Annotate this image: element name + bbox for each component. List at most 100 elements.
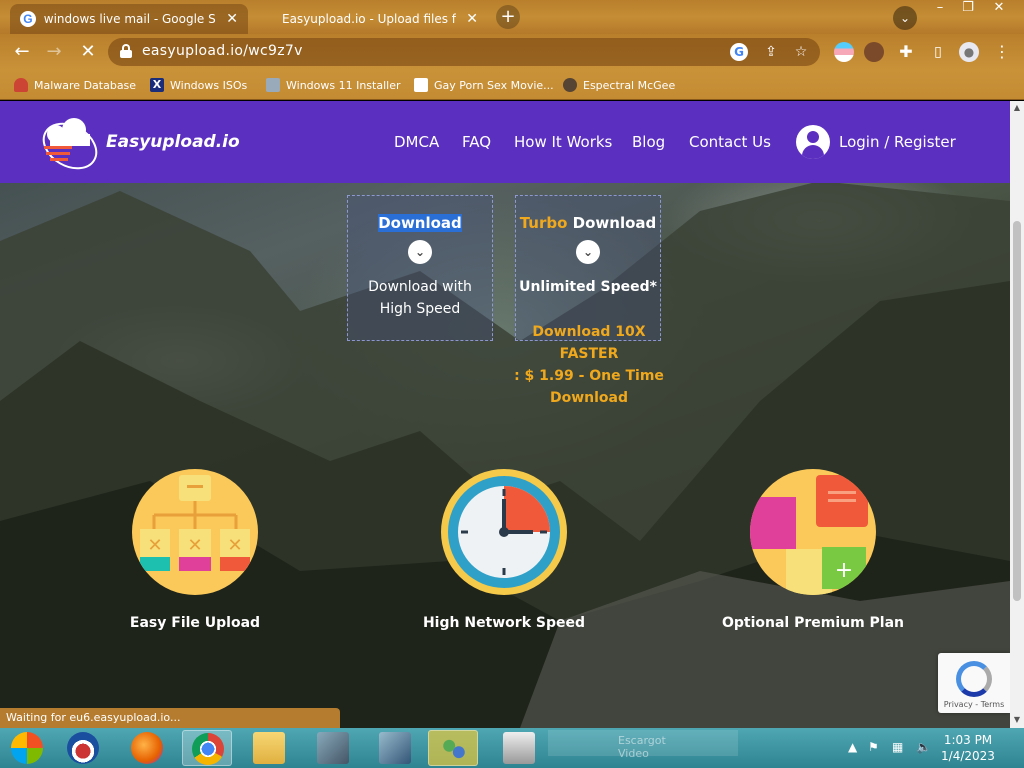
scroll-up-icon[interactable]: ▲ (1012, 103, 1022, 113)
nav-faq[interactable]: FAQ (462, 133, 491, 151)
brand-name[interactable]: Easyupload.io (106, 132, 240, 152)
site-icon (414, 78, 428, 92)
download-button[interactable]: Download ⌄ Download with High Speed (347, 195, 493, 341)
page-scrollbar[interactable]: ▲ ▼ (1010, 101, 1024, 728)
download-desc-2: High Speed (379, 301, 461, 317)
browser-toolbar: ← → ✕ easyupload.io/wc9z7v G ⇪ ☆ ✚ ▯ ● ⋮ (0, 34, 1024, 70)
nav-blog[interactable]: Blog (632, 133, 665, 151)
clock-icon (441, 469, 567, 595)
back-arrow-icon[interactable]: ← (10, 40, 34, 64)
recaptcha-icon (956, 661, 992, 697)
forward-arrow-icon[interactable]: → (42, 40, 66, 64)
firefox-icon (131, 732, 163, 764)
easyupload-logo-icon[interactable] (40, 116, 110, 170)
close-window-button[interactable]: ✕ (984, 0, 1014, 20)
login-label: Login / Register (839, 133, 956, 151)
tab-title: Easyupload.io - Upload files for fr (282, 12, 457, 26)
computer-globe-icon (379, 732, 411, 764)
download-desc-1: Download with (368, 279, 472, 295)
scroll-down-icon[interactable]: ▼ (1012, 715, 1022, 725)
bookmark-malware-database[interactable]: Malware Database (14, 76, 136, 94)
feature-label: High Network Speed (422, 615, 586, 631)
extension-avatar-icon[interactable] (864, 42, 884, 62)
share-icon[interactable]: ⇪ (762, 43, 780, 61)
chevron-down-icon: ⌄ (576, 240, 600, 264)
bookmark-label: Windows 11 Installer (286, 78, 401, 92)
google-icon: G (20, 11, 36, 27)
bookmark-label: Malware Database (34, 78, 137, 92)
extensions-puzzle-icon[interactable]: ✚ (896, 42, 916, 62)
taskbar-network-app[interactable] (308, 730, 358, 766)
bookmark-espectral-mcgee[interactable]: Espectral McGee (563, 76, 675, 94)
recaptcha-badge[interactable]: Privacy - Terms (938, 653, 1010, 713)
bookmark-windows-isos[interactable]: X Windows ISOs (150, 76, 247, 94)
taskbar-network-app-2[interactable] (370, 730, 420, 766)
taskbar-app[interactable] (494, 730, 544, 766)
system-clock[interactable]: 1:03 PM 1/4/2023 (928, 732, 1008, 764)
tab-search-chevron-icon[interactable]: ⌄ (893, 6, 917, 30)
menu-dots-icon[interactable]: ⋮ (992, 42, 1012, 62)
loading-status: Waiting for eu6.easyupload.io... (0, 708, 340, 728)
restore-button[interactable]: ❐ (953, 0, 983, 20)
clock-date: 1/4/2023 (941, 749, 995, 763)
taskbar-firefox[interactable] (122, 730, 172, 766)
extension-flag-icon[interactable] (834, 42, 854, 62)
tab-google-search[interactable]: G windows live mail - Google Search ✕ (10, 4, 248, 34)
bookmark-star-icon[interactable]: ☆ (792, 43, 810, 61)
network-icon[interactable]: ▦ (892, 740, 903, 754)
mountain-background (0, 181, 1010, 728)
nav-how-it-works[interactable]: How It Works (514, 133, 612, 151)
close-tab-icon[interactable]: ✕ (226, 11, 238, 27)
bookmark-site[interactable]: Gay Porn Sex Movie... (414, 76, 554, 94)
download-title: Download (378, 214, 462, 232)
close-tab-icon[interactable]: ✕ (466, 11, 478, 27)
taskbar-chrome[interactable] (182, 730, 232, 766)
users-icon (438, 733, 470, 765)
login-register-link[interactable]: Login / Register (796, 125, 956, 159)
feature-optional-premium-plan: + Optional Premium Plan (713, 469, 913, 631)
side-panel-icon[interactable]: ▯ (928, 42, 948, 62)
bookmark-label: Gay Porn Sex Movie... (434, 78, 554, 92)
bookmarks-bar: Malware Database X Windows ISOs Windows … (0, 70, 1024, 100)
feature-high-network-speed: High Network Speed (404, 469, 604, 631)
bookmark-label: Windows ISOs (170, 78, 248, 92)
new-tab-button[interactable]: + (496, 5, 520, 29)
taskbar-preview: Escargot Video (548, 730, 738, 760)
taskbar-obama[interactable] (58, 730, 108, 766)
feature-label: Easy File Upload (129, 615, 261, 631)
url-text[interactable]: easyupload.io/wc9z7v (142, 43, 303, 59)
promo-line: Download 10X FASTER (532, 324, 646, 362)
svg-text:✕: ✕ (147, 535, 162, 556)
minimize-button[interactable]: – (925, 0, 955, 20)
bookmark-windows-11-installer[interactable]: Windows 11 Installer (266, 76, 401, 94)
nav-contact-us[interactable]: Contact Us (689, 133, 771, 151)
windows-taskbar: Escargot Video ▲ ⚑ ▦ 🔈 1:03 PM 1/4/2023 (0, 728, 1024, 768)
stop-loading-icon[interactable]: ✕ (76, 40, 100, 64)
user-avatar-icon (796, 125, 830, 159)
tab-easyupload[interactable]: Easyupload.io - Upload files for fr ✕ (260, 4, 488, 34)
start-button[interactable] (2, 730, 52, 766)
x-logo-icon: X (150, 78, 164, 92)
window-app-icon (503, 732, 535, 764)
action-center-flag-icon[interactable]: ⚑ (868, 740, 879, 754)
chevron-down-icon: ⌄ (408, 240, 432, 264)
clock-time: 1:03 PM (943, 733, 993, 747)
turbo-title: Download (572, 214, 657, 232)
taskbar-explorer[interactable] (244, 730, 294, 766)
address-bar[interactable]: easyupload.io/wc9z7v G ⇪ ☆ (108, 38, 820, 66)
scroll-thumb[interactable] (1013, 221, 1021, 601)
google-lens-icon[interactable]: G (730, 43, 748, 61)
start-orb-icon (11, 732, 43, 764)
feature-easy-file-upload: ✕ ✕ ✕ Easy File Upload (95, 469, 295, 631)
show-hidden-icons[interactable]: ▲ (848, 740, 857, 754)
image-icon (266, 78, 280, 92)
feature-label: Optional Premium Plan (721, 615, 905, 631)
taskbar-users-app[interactable] (428, 730, 478, 766)
turbo-word: Turbo (519, 214, 568, 232)
computer-icon (317, 732, 349, 764)
nav-dmca[interactable]: DMCA (394, 133, 439, 151)
profile-icon[interactable]: ● (959, 42, 979, 62)
recaptcha-links[interactable]: Privacy - Terms (938, 700, 1010, 709)
site-header: Easyupload.io DMCA FAQ How It Works Blog… (0, 101, 1010, 183)
turbo-download-button[interactable]: Turbo Download ⌄ Unlimited Speed* (515, 195, 661, 341)
